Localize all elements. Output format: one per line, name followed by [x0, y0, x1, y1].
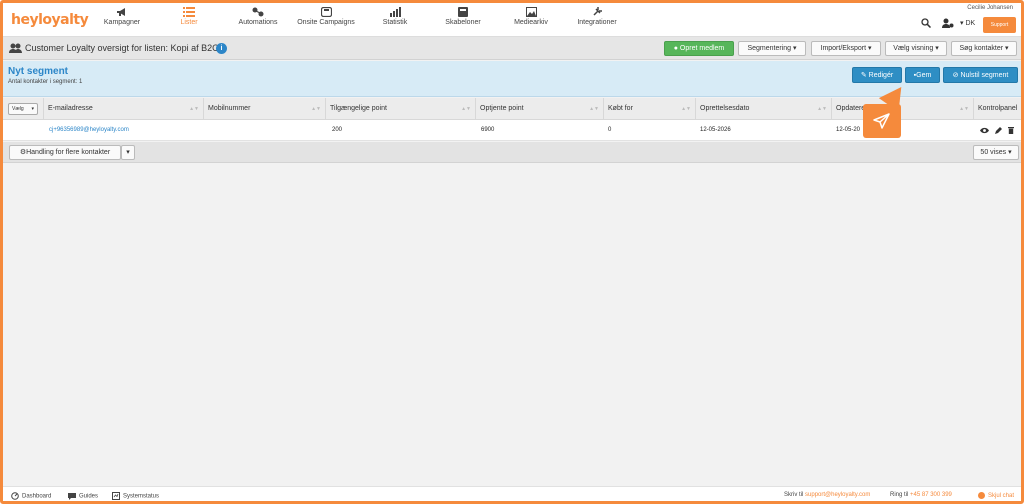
bulk-action-caret[interactable]: ▾: [121, 145, 135, 160]
column-earned-points[interactable]: Optjente point ▲▼: [475, 98, 603, 120]
megaphone-icon: [117, 8, 125, 16]
pencil-icon: ✎: [860, 72, 867, 79]
nav-item-automations[interactable]: Automations: [229, 3, 287, 37]
image-icon: [525, 7, 537, 17]
user-plus-icon: ●: [673, 45, 678, 52]
support-phone-link[interactable]: +45 87 300 399: [910, 492, 952, 498]
bar-chart-icon: [390, 7, 401, 17]
nav-item-statistik[interactable]: Statistik: [367, 3, 423, 37]
cell-bought-for: 0: [608, 127, 612, 133]
edit-segment-button[interactable]: ✎ Redigér: [852, 67, 902, 83]
user-name[interactable]: Cecilie Johansen: [967, 5, 1013, 11]
ban-icon: ⊘: [952, 72, 959, 79]
footer-dashboard[interactable]: Dashboard: [11, 492, 51, 500]
nav-item-integrationer[interactable]: Integrationer: [563, 3, 631, 37]
hide-chat-button[interactable]: Skjul chat: [978, 492, 1014, 499]
footer-phone: Ring til +45 87 300 399: [890, 492, 952, 498]
trash-icon[interactable]: [1008, 127, 1014, 134]
column-created[interactable]: Oprettelsesdato ▲▼: [695, 98, 831, 120]
support-button[interactable]: Support: [983, 17, 1016, 33]
segment-title[interactable]: Nyt segment: [8, 66, 68, 77]
footer-guides[interactable]: Guides: [68, 492, 98, 500]
cell-created: 12-05-2026: [700, 127, 731, 133]
list-icon: [183, 7, 195, 17]
onsite-icon: [320, 7, 332, 17]
nav-item-skabeloner[interactable]: Skabeloner: [433, 3, 493, 37]
cell-email[interactable]: cj+96356989@heyloyalty.com: [49, 120, 129, 141]
list-title-bar: Customer Loyalty oversigt for listen: Ko…: [3, 37, 1021, 60]
dashboard-icon: [11, 492, 19, 500]
top-navigation: heyloyalty Kampagner Lister Automations …: [3, 3, 1021, 37]
nav-item-mediearkiv[interactable]: Mediearkiv: [503, 3, 559, 37]
sort-icon[interactable]: ▲▼: [959, 98, 969, 120]
logo[interactable]: heyloyalty: [11, 12, 89, 28]
footer-email: Skriv til support@heyloyalty.com: [784, 492, 871, 498]
chat-bubble-icon: [978, 492, 985, 499]
segmentation-dropdown[interactable]: Segmentering ▾: [738, 41, 806, 56]
caret-down-icon: ▾: [935, 45, 939, 52]
caret-down-icon: ▾: [1008, 149, 1012, 156]
choose-view-dropdown[interactable]: Vælg visning ▾: [885, 41, 947, 56]
bulk-action-button[interactable]: ⚙Handling for flere kontakter: [9, 145, 121, 160]
select-dropdown[interactable]: Vælg ▾: [8, 103, 38, 115]
support-email-link[interactable]: support@heyloyalty.com: [805, 492, 870, 498]
column-mobile[interactable]: Mobilnummer ▲▼: [203, 98, 325, 120]
column-bought-for[interactable]: Købt for ▲▼: [603, 98, 695, 120]
search-icon[interactable]: [921, 18, 931, 28]
callout-badge: [863, 104, 901, 138]
caret-down-icon: ▾: [1005, 45, 1009, 52]
bulk-action-bar: ⚙Handling for flere kontakter ▾ 50 vises…: [3, 142, 1021, 163]
automations-icon: [252, 7, 264, 17]
column-control-panel: Kontrolpanel: [973, 98, 1021, 120]
footer: Dashboard Guides Systemstatus Skriv til …: [3, 486, 1021, 501]
cell-earned-points: 6900: [481, 127, 495, 133]
page-title: Customer Loyalty oversigt for listen: Ko…: [25, 43, 219, 53]
caret-down-icon: ▾: [31, 106, 34, 112]
status-icon: [112, 492, 120, 500]
nav-item-onsite-campaigns[interactable]: Onsite Campaigns: [293, 3, 359, 37]
users-icon: [9, 43, 22, 53]
send-icon: [873, 113, 890, 129]
info-icon[interactable]: i: [216, 43, 227, 54]
sort-icon[interactable]: ▲▼: [589, 98, 599, 120]
user-settings-icon[interactable]: [942, 18, 954, 28]
chat-icon: [68, 493, 76, 500]
plug-icon: [593, 7, 602, 16]
cell-updated: 12-05-20: [836, 127, 861, 133]
sort-icon[interactable]: ▲▼: [681, 98, 691, 120]
nav-item-lister[interactable]: Lister: [163, 3, 215, 37]
segment-header: Nyt segment Antal kontakter i segment: 1…: [3, 61, 1021, 97]
template-icon: [458, 7, 468, 17]
language-selector[interactable]: ▾ DK: [960, 19, 975, 27]
caret-down-icon: ▾: [867, 45, 872, 52]
per-page-dropdown[interactable]: 50 vises ▾: [973, 145, 1019, 160]
language-label: DK: [965, 20, 976, 27]
search-contacts-dropdown[interactable]: Søg kontakter ▾: [951, 41, 1017, 56]
sort-icon[interactable]: ▲▼: [189, 98, 199, 120]
sort-icon[interactable]: ▲▼: [311, 98, 321, 120]
eye-icon[interactable]: [980, 127, 989, 134]
caret-down-icon: ▾: [960, 20, 964, 27]
app-window: heyloyalty Kampagner Lister Automations …: [0, 0, 1024, 504]
segment-count: Antal kontakter i segment: 1: [8, 79, 83, 85]
caret-down-icon: ▾: [126, 149, 130, 156]
caret-down-icon: ▾: [793, 45, 797, 52]
column-email[interactable]: E-mailadresse ▲▼: [43, 98, 203, 120]
footer-system-status[interactable]: Systemstatus: [112, 492, 159, 500]
cell-available-points: 200: [332, 127, 343, 133]
column-available-points[interactable]: Tilgængelige point ▲▼: [325, 98, 475, 120]
reset-segment-button[interactable]: ⊘ Nulstil segment: [943, 67, 1018, 83]
import-export-dropdown[interactable]: Import/Eksport ▾: [811, 41, 881, 56]
save-segment-button[interactable]: ▪Gem: [905, 67, 940, 83]
pencil-icon[interactable]: [995, 127, 1002, 134]
sort-icon[interactable]: ▲▼: [817, 98, 827, 120]
sort-icon[interactable]: ▲▼: [461, 98, 471, 120]
nav-item-kampagner[interactable]: Kampagner: [93, 3, 151, 37]
create-member-button[interactable]: ● Opret medlem: [664, 41, 734, 56]
